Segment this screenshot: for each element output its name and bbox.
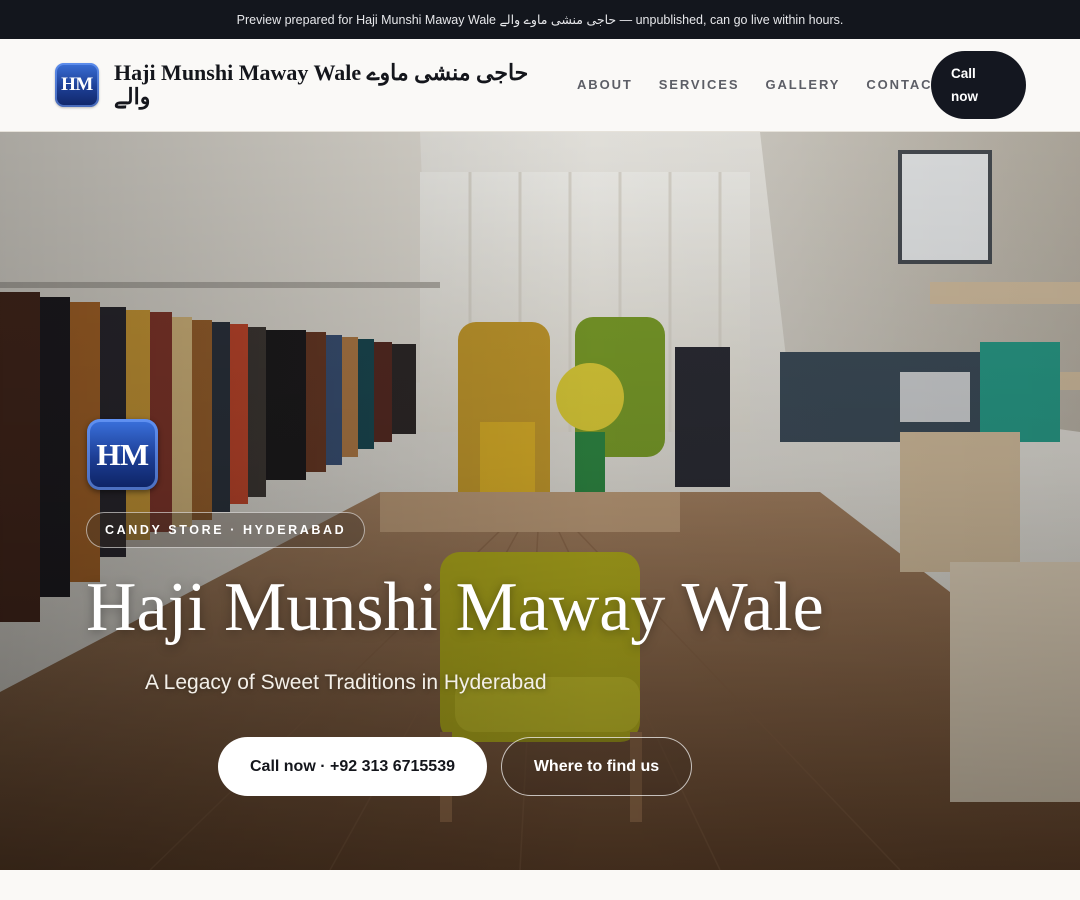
nav-gallery[interactable]: GALLERY (765, 77, 840, 92)
brand-name[interactable]: Haji Munshi Maway Wale حاجی منشی ماوے وا… (114, 61, 554, 109)
main-nav: ABOUT SERVICES GALLERY CONTACT (577, 77, 942, 92)
where-to-find-us-button[interactable]: Where to find us (501, 737, 692, 796)
brand-logo[interactable]: HM (55, 63, 99, 107)
brand-logo-initials: HM (61, 74, 93, 95)
hero-subtitle: A Legacy of Sweet Traditions in Hyderaba… (145, 671, 547, 694)
call-now-button[interactable]: Call now · +92 313 6715539 (218, 737, 487, 796)
preview-banner: Preview prepared for Haji Munshi Maway W… (0, 0, 1080, 39)
hero-logo-initials: HM (96, 436, 149, 472)
hero-title: Haji Munshi Maway Wale (86, 569, 824, 646)
preview-banner-text: Preview prepared for Haji Munshi Maway W… (236, 13, 844, 27)
header-call-button[interactable]: Call now (931, 51, 1026, 119)
hero-section: HM CANDY STORE · HYDERABAD Haji Munshi M… (0, 132, 1080, 870)
nav-about[interactable]: ABOUT (577, 77, 633, 92)
nav-services[interactable]: SERVICES (659, 77, 740, 92)
hero-logo-badge: HM (87, 419, 158, 490)
category-badge: CANDY STORE · HYDERABAD (86, 512, 366, 548)
site-header: HM Haji Munshi Maway Wale حاجی منشی ماوے… (0, 39, 1080, 132)
next-section-edge (0, 870, 1080, 900)
